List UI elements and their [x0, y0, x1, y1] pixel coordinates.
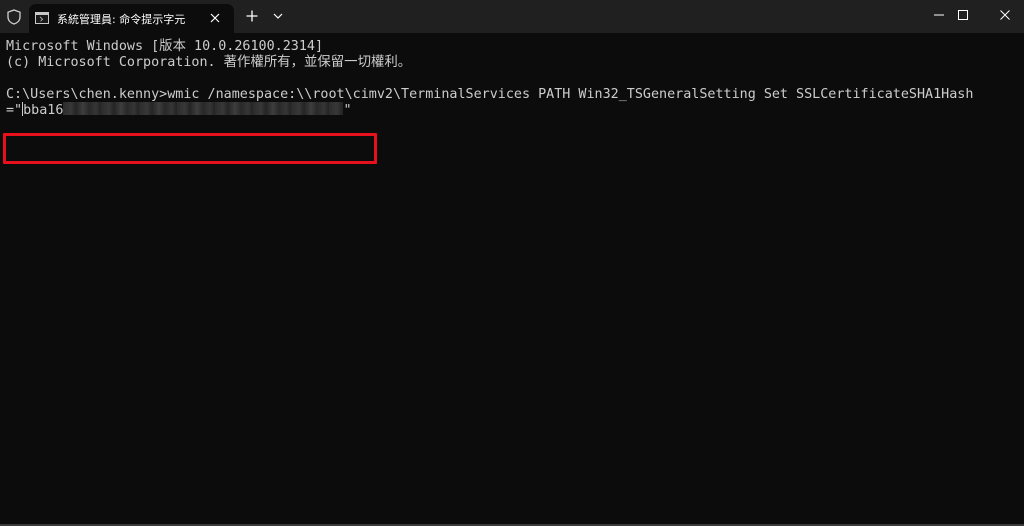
close-tab-icon[interactable] [205, 8, 225, 28]
console-line: (c) Microsoft Corporation. 著作權所有，並保留一切權利… [6, 55, 412, 70]
redacted-hash [63, 102, 344, 115]
hash-visible: bba16 [23, 103, 64, 118]
terminal-icon [35, 12, 49, 24]
highlight-annotation [3, 133, 377, 164]
hash-suffix: " [343, 103, 352, 118]
close-icon [1000, 10, 1010, 20]
hash-value-line: ="bba16 " [6, 102, 352, 119]
shield-icon [6, 8, 22, 26]
hash-prefix: =" [6, 103, 23, 118]
tab-title: 系統管理員: 命令提示字元 [57, 13, 186, 26]
maximize-button[interactable] [940, 0, 986, 30]
maximize-icon [958, 10, 968, 20]
tab-command-prompt[interactable]: 系統管理員: 命令提示字元 [29, 4, 234, 33]
new-tab-button[interactable] [243, 7, 261, 25]
title-bar: 系統管理員: 命令提示字元 [0, 0, 1024, 33]
close-window-button[interactable] [982, 0, 1024, 30]
console-line: Microsoft Windows [版本 10.0.26100.2314] [6, 39, 324, 54]
command-line: C:\Users\chen.kenny>wmic /namespace:\\ro… [6, 87, 974, 102]
chevron-down-icon[interactable] [270, 8, 286, 24]
terminal-window: 系統管理員: 命令提示字元 Microsoft Windows [版本 10.0… [0, 0, 1024, 526]
console-output[interactable]: Microsoft Windows [版本 10.0.26100.2314] (… [0, 33, 1024, 526]
